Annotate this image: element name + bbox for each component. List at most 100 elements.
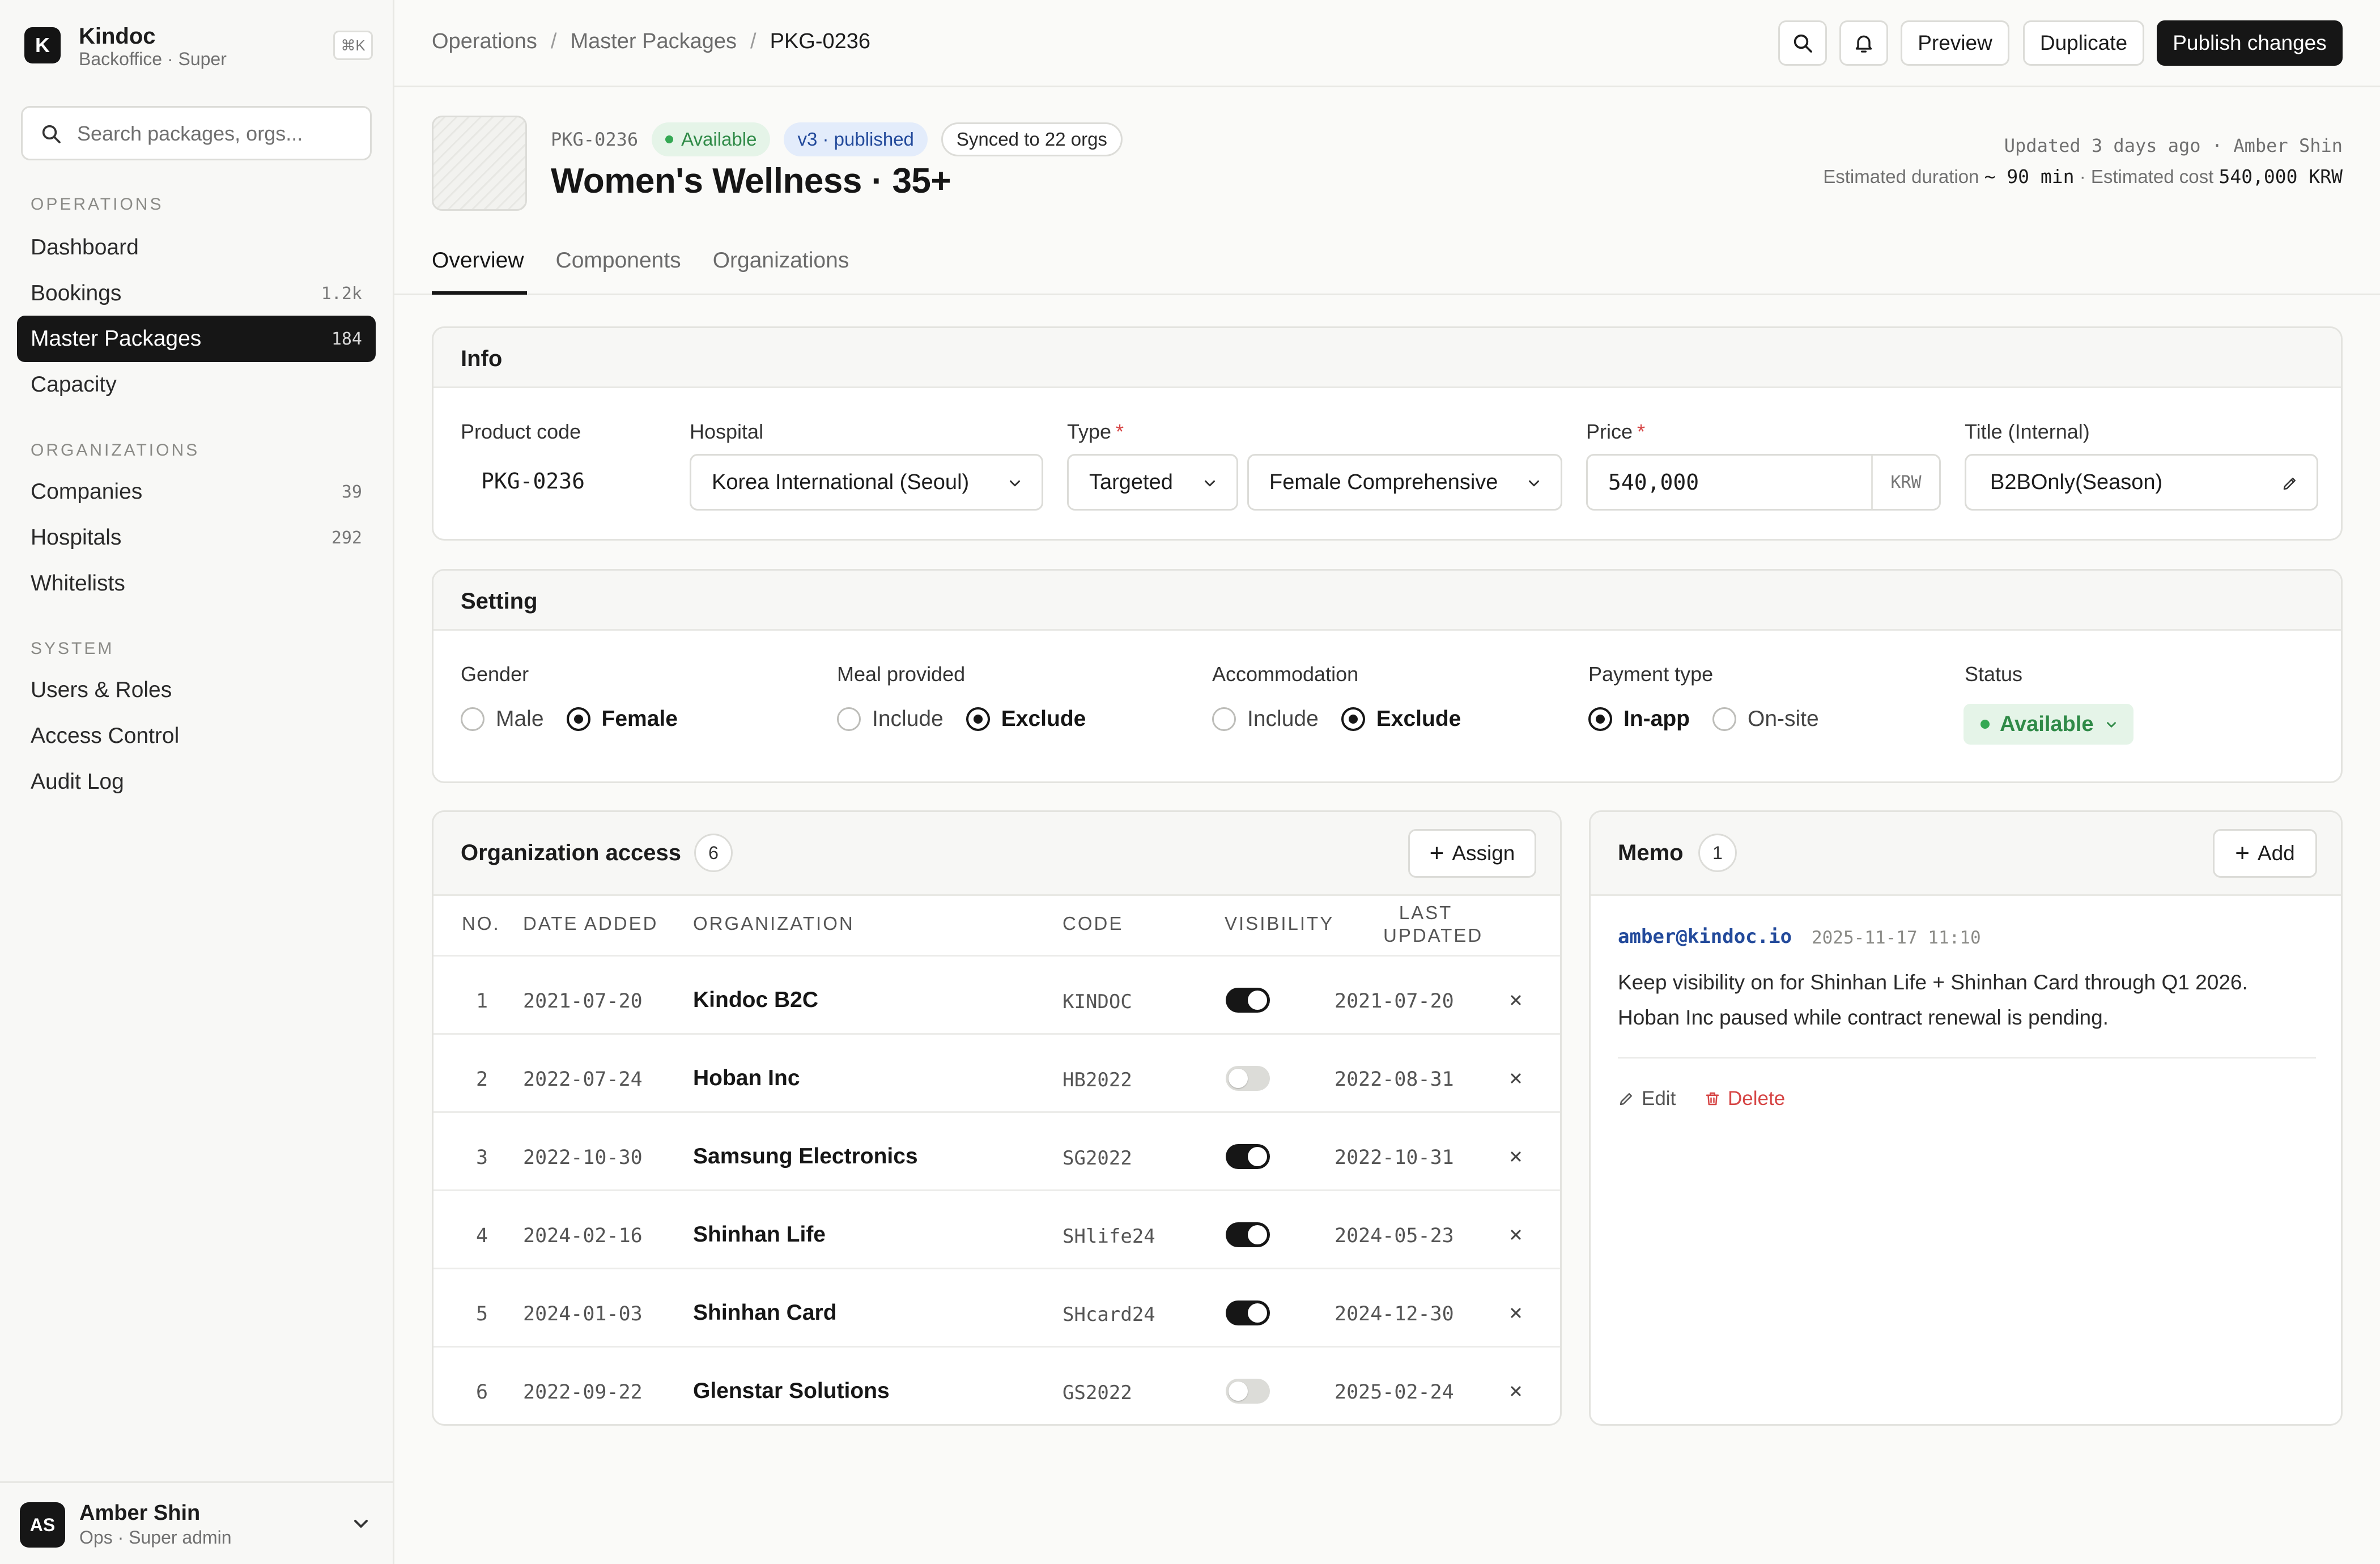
remove-row-button[interactable]	[1503, 988, 1528, 1013]
pencil-icon[interactable]	[2281, 475, 2298, 492]
estimate-meta: Estimated duration ~ 90 min · Estimated …	[1823, 165, 2343, 188]
gender-radio-male[interactable]: Male	[461, 707, 544, 732]
chevron-down-icon[interactable]	[350, 1512, 372, 1535]
visibility-toggle[interactable]	[1226, 1144, 1270, 1169]
row-last-updated: 2022-08-31	[1334, 1068, 1454, 1091]
subtype-select[interactable]: Female Comprehensive	[1247, 454, 1562, 511]
meal-radio-include[interactable]: Include	[837, 707, 944, 732]
row-organization[interactable]: Kindoc B2C	[693, 988, 818, 1013]
sidebar-item-count: 184	[331, 329, 362, 349]
row-date-added: 2024-02-16	[523, 1225, 643, 1247]
accommodation-radio-include[interactable]: Include	[1212, 707, 1319, 732]
sidebar-item-capacity[interactable]: Capacity	[17, 362, 376, 408]
memo-author[interactable]: amber@kindoc.io	[1618, 925, 1792, 948]
status-label: Status	[1965, 662, 2023, 686]
row-organization[interactable]: Samsung Electronics	[693, 1144, 918, 1169]
radio-label: Male	[496, 707, 544, 731]
notifications-button[interactable]	[1839, 20, 1888, 66]
row-organization[interactable]: Hoban Inc	[693, 1066, 800, 1091]
sidebar-item-dashboard[interactable]: Dashboard	[17, 224, 376, 271]
row-date-added: 2022-07-24	[523, 1068, 643, 1091]
sidebar-item-audit-log[interactable]: Audit Log	[17, 759, 376, 805]
status-select[interactable]: Available	[1964, 704, 2134, 745]
row-code: KINDOC	[1062, 991, 1132, 1013]
pencil-icon	[1620, 1093, 1632, 1106]
info-card-title: Info	[461, 346, 503, 371]
assign-button[interactable]: + Assign	[1408, 829, 1536, 878]
sidebar-item-label: Dashboard	[31, 235, 139, 260]
remove-row-button[interactable]	[1503, 1144, 1528, 1169]
edit-memo-button[interactable]: Edit	[1618, 1087, 1676, 1110]
breadcrumb-master-packages[interactable]: Master Packages	[570, 29, 737, 54]
breadcrumb-separator: /	[550, 29, 557, 53]
remove-row-button[interactable]	[1503, 1300, 1528, 1325]
remove-row-button[interactable]	[1503, 1222, 1528, 1247]
row-number: 5	[476, 1303, 488, 1325]
radio-label: On-site	[1747, 707, 1819, 731]
sidebar-item-access-control[interactable]: Access Control	[17, 713, 376, 759]
command-shortcut-badge[interactable]: ⌘K	[333, 31, 373, 60]
breadcrumb-operations[interactable]: Operations	[432, 29, 537, 54]
payment-radio-in-app[interactable]: In-app	[1588, 707, 1690, 732]
package-thumbnail[interactable]	[432, 116, 527, 211]
user-menu[interactable]: AS Amber Shin Ops · Super admin	[0, 1481, 393, 1564]
visibility-toggle[interactable]	[1226, 1379, 1270, 1404]
nav-section-operations: OPERATIONS	[31, 195, 164, 214]
close-icon	[1511, 1151, 1521, 1162]
delete-memo-button[interactable]: Delete	[1704, 1087, 1785, 1110]
sidebar-item-master-packages[interactable]: Master Packages 184	[17, 316, 376, 362]
row-organization[interactable]: Shinhan Card	[693, 1300, 837, 1325]
gender-radio-female[interactable]: Female	[566, 707, 678, 732]
remove-row-button[interactable]	[1503, 1379, 1528, 1404]
remove-row-button[interactable]	[1503, 1066, 1528, 1091]
add-memo-button[interactable]: + Add	[2213, 829, 2317, 878]
title-internal-label: Title (Internal)	[1965, 420, 2090, 443]
visibility-toggle[interactable]	[1226, 988, 1270, 1013]
sidebar-item-bookings[interactable]: Bookings 1.2k	[17, 270, 376, 317]
type-select[interactable]: Targeted	[1067, 454, 1238, 511]
visibility-toggle[interactable]	[1226, 1066, 1270, 1091]
row-date-added: 2021-07-20	[523, 990, 643, 1013]
meal-radio-exclude[interactable]: Exclude	[966, 707, 1086, 732]
price-input[interactable]: 540,000 KRW	[1586, 454, 1941, 511]
sync-badge: Synced to 22 orgs	[941, 122, 1123, 156]
breadcrumb-separator: /	[750, 29, 756, 53]
radio-label: Include	[1247, 707, 1319, 731]
sidebar-item-companies[interactable]: Companies 39	[17, 469, 376, 515]
tab-components[interactable]: Components	[556, 248, 681, 273]
duplicate-button[interactable]: Duplicate	[2023, 20, 2144, 66]
payment-radio-on-site[interactable]: On-site	[1712, 707, 1819, 732]
row-code: SHcard24	[1062, 1303, 1155, 1326]
memo-line: Hoban Inc paused while contract renewal …	[1618, 1006, 2109, 1029]
row-number: 4	[476, 1225, 488, 1247]
preview-button[interactable]: Preview	[1901, 20, 2009, 66]
radio-label: Female	[601, 707, 678, 731]
kindoc-logo[interactable]: K	[24, 27, 61, 63]
top-bar: Operations / Master Packages / PKG-0236 …	[394, 0, 2380, 87]
search-input[interactable]	[77, 118, 360, 150]
visibility-toggle[interactable]	[1226, 1300, 1270, 1325]
accommodation-radio-exclude[interactable]: Exclude	[1341, 707, 1461, 732]
row-organization[interactable]: Shinhan Life	[693, 1222, 826, 1247]
type-label-text: Type	[1067, 420, 1112, 443]
sidebar-item-whitelists[interactable]: Whitelists	[17, 560, 376, 607]
tab-overview[interactable]: Overview	[432, 248, 524, 273]
search-button[interactable]	[1778, 20, 1827, 66]
tab-organizations[interactable]: Organizations	[713, 248, 849, 273]
hospital-value: Korea International (Seoul)	[712, 470, 970, 494]
visibility-toggle[interactable]	[1226, 1222, 1270, 1247]
title-internal-input[interactable]: B2BOnly(Season)	[1965, 454, 2318, 511]
add-memo-button-label: Add	[2257, 842, 2295, 865]
sidebar-item-hospitals[interactable]: Hospitals 292	[17, 515, 376, 561]
sidebar-item-users-roles[interactable]: Users & Roles	[17, 667, 376, 713]
publish-changes-button[interactable]: Publish changes	[2157, 20, 2343, 66]
sidebar-item-label: Access Control	[31, 724, 180, 748]
sidebar-search[interactable]	[21, 106, 372, 160]
hospital-select[interactable]: Korea International (Seoul)	[690, 454, 1043, 511]
sidebar-item-label: Users & Roles	[31, 678, 172, 702]
row-organization[interactable]: Glenstar Solutions	[693, 1379, 890, 1404]
duration-label: Estimated duration	[1823, 166, 1979, 187]
radio-label: In-app	[1624, 707, 1690, 731]
plus-icon: +	[1429, 839, 1444, 867]
row-last-updated: 2024-05-23	[1334, 1225, 1454, 1247]
